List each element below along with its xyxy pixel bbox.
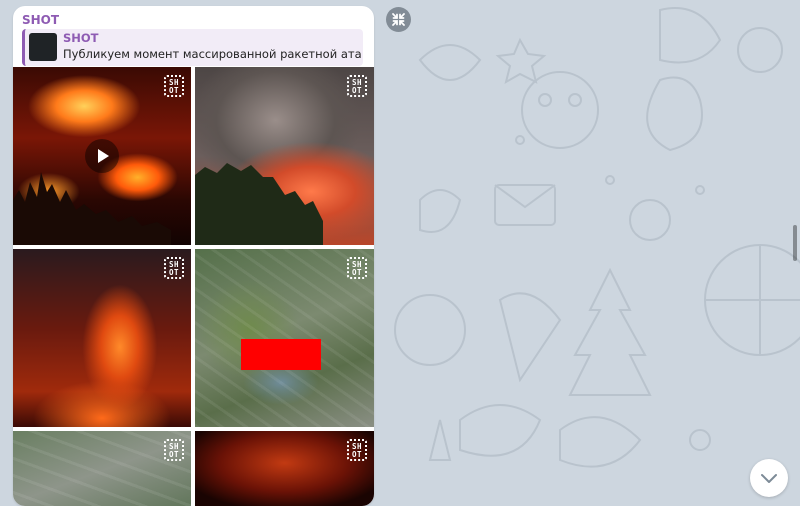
play-icon[interactable]	[85, 139, 119, 173]
shot-watermark: SH OT	[347, 257, 367, 279]
album-photo-5[interactable]: SH OT	[13, 431, 191, 506]
album-photo-4[interactable]: SH OT	[195, 249, 374, 427]
tree-silhouette	[195, 163, 323, 245]
shot-watermark: SH OT	[347, 439, 367, 461]
shot-watermark: SH OT	[347, 75, 367, 97]
reply-text: Публикуем момент массированной ракетной …	[63, 47, 361, 61]
shot-watermark: SH OT	[164, 75, 184, 97]
collapse-button[interactable]	[386, 7, 411, 32]
shot-watermark: SH OT	[164, 257, 184, 279]
redaction-box	[241, 339, 321, 370]
sender-name[interactable]: SHOT	[22, 13, 59, 27]
scroll-to-bottom-button[interactable]	[750, 459, 788, 497]
album-photo-3[interactable]: SH OT	[13, 249, 191, 427]
chevron-down-icon	[761, 474, 777, 483]
message-bubble[interactable]: SHOT SHOT Публикуем момент массированной…	[13, 6, 374, 506]
album-photo-2[interactable]: SH OT	[195, 67, 374, 245]
album-photo-6[interactable]: SH OT	[195, 431, 374, 506]
scrollbar-thumb[interactable]	[793, 225, 797, 261]
shot-watermark: SH OT	[164, 439, 184, 461]
collapse-arrows-icon	[392, 13, 405, 26]
reply-title: SHOT	[63, 31, 99, 45]
album-video-1[interactable]: SH OT	[13, 67, 191, 245]
reply-preview[interactable]: SHOT Публикуем момент массированной раке…	[22, 29, 363, 66]
reply-thumbnail	[29, 33, 57, 61]
